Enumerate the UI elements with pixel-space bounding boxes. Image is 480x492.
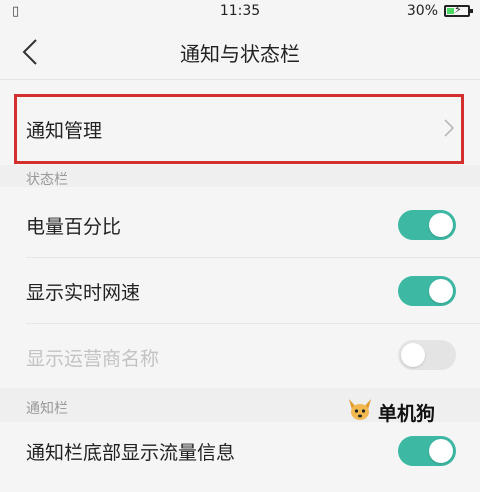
highlight-box <box>14 94 464 164</box>
toggle-knob <box>401 343 425 367</box>
toggle-knob <box>429 213 453 237</box>
section-status-bar-title: 状态栏 <box>26 172 68 188</box>
battery-percentage-label: 电量百分比 <box>26 216 122 238</box>
header: 通知与状态栏 <box>0 24 480 80</box>
battery-percent: 30% <box>406 3 438 19</box>
battery-percentage-toggle[interactable] <box>398 210 456 240</box>
bottom-traffic-toggle[interactable] <box>398 436 456 466</box>
battery-icon: ⚡ <box>444 3 473 17</box>
battery-percentage-row[interactable]: 电量百分比 <box>0 192 480 258</box>
bottom-traffic-label: 通知栏底部显示流量信息 <box>26 442 236 464</box>
toggle-knob <box>429 439 453 463</box>
battery-fill <box>447 8 454 14</box>
section-notification-bar-title: 通知栏 <box>26 401 68 417</box>
toggle-knob <box>429 279 453 303</box>
realtime-speed-label: 显示实时网速 <box>26 282 141 304</box>
charging-icon: ⚡ <box>454 3 462 16</box>
realtime-speed-toggle[interactable] <box>398 276 456 306</box>
carrier-name-toggle <box>398 340 456 370</box>
watermark-text: 单机狗 <box>378 403 436 425</box>
page-title: 通知与状态栏 <box>180 42 300 66</box>
status-bar: ▯ 11:35 30% ⚡ <box>0 0 480 24</box>
bottom-traffic-row[interactable]: 通知栏底部显示流量信息 <box>0 426 480 492</box>
realtime-speed-row[interactable]: 显示实时网速 <box>0 258 480 324</box>
carrier-name-label: 显示运营商名称 <box>26 348 160 370</box>
carrier-name-row: 显示运营商名称 <box>0 324 480 390</box>
dog-logo-icon <box>349 399 371 420</box>
header-divider <box>0 79 480 80</box>
section-status-bar: 状态栏 <box>0 165 480 188</box>
